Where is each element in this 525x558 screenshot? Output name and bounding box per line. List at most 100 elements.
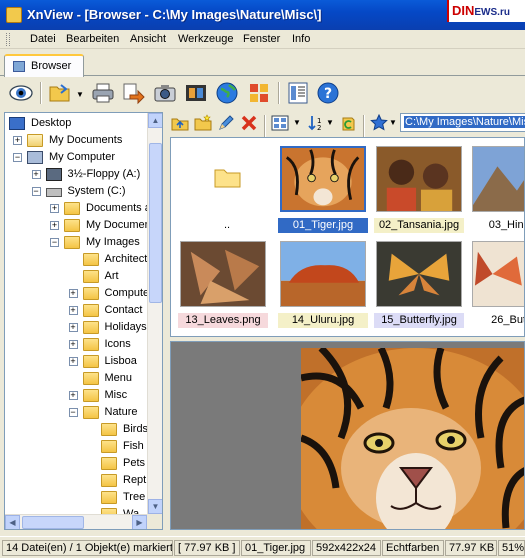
tree-item-label: My Documen xyxy=(86,219,147,231)
tree-item[interactable]: − Nature xyxy=(5,404,147,421)
app-icon[interactable] xyxy=(6,7,22,23)
thumbnail-grid[interactable]: .. 01_Tiger.jpg 02_Tansania.jpg 03_Hinduk 13… xyxy=(170,137,525,337)
expand-icon[interactable]: + xyxy=(31,170,41,179)
scroll-left-icon[interactable]: ◀ xyxy=(5,515,20,529)
expand-icon[interactable]: + xyxy=(68,289,78,298)
thumbnail-item[interactable]: 15_Butterfly.jpg xyxy=(371,238,467,330)
properties-icon[interactable] xyxy=(285,80,311,106)
thumbnail-caption: 26_Butter xyxy=(491,314,524,326)
refresh-icon[interactable] xyxy=(339,113,359,133)
svg-text:?: ? xyxy=(324,86,332,102)
expand-icon[interactable]: + xyxy=(13,136,22,145)
tree-item[interactable]: Pets xyxy=(5,455,147,472)
thumbnail-item[interactable]: 03_Hinduk xyxy=(467,143,524,235)
address-input[interactable]: C:\My Images\Nature\Misc xyxy=(400,113,525,132)
toolbar-separator xyxy=(363,115,365,137)
expand-icon[interactable]: + xyxy=(68,340,78,349)
tree-item[interactable]: + My Documents xyxy=(5,132,147,149)
tree-item[interactable]: + Documents a xyxy=(5,200,147,217)
dinews-logo: DINEWS.ru xyxy=(447,0,525,22)
tree-item[interactable]: − My Computer xyxy=(5,149,147,166)
menu-ansicht[interactable]: Ansicht xyxy=(130,33,166,45)
menubar-grip[interactable] xyxy=(6,33,10,46)
tree-item-label: Art xyxy=(104,270,119,282)
thumbnail-item[interactable]: 13_Leaves.png xyxy=(175,238,271,330)
scroll-right-icon[interactable]: ▶ xyxy=(132,515,147,529)
camera-icon[interactable] xyxy=(152,80,178,106)
tree-item[interactable]: Rept xyxy=(5,472,147,489)
tree-vertical-scrollbar[interactable]: ▲ ▼ xyxy=(147,113,162,514)
open-dropdown-icon[interactable]: ▼ xyxy=(76,90,84,99)
tree-item[interactable]: Wa xyxy=(5,506,147,514)
tab-browser[interactable]: Browser xyxy=(4,54,84,77)
tree-item[interactable]: Fish xyxy=(5,438,147,455)
tree-vscroll-thumb[interactable] xyxy=(149,143,162,303)
thumbnail-item[interactable]: 02_Tansania.jpg xyxy=(371,143,467,235)
view-dropdown-icon[interactable]: ▼ xyxy=(293,118,301,127)
open-folder-icon[interactable] xyxy=(47,80,73,106)
expand-icon[interactable]: + xyxy=(68,357,78,366)
tree-item-label: Misc xyxy=(104,389,128,401)
expand-icon[interactable]: + xyxy=(50,204,59,213)
expand-icon[interactable]: + xyxy=(50,221,59,230)
mosaic-icon[interactable] xyxy=(246,80,272,106)
menu-bearbeiten[interactable]: Bearbeiten xyxy=(66,33,119,45)
tree-item[interactable]: Birds xyxy=(5,421,147,438)
thumbnail-item[interactable]: 14_Uluru.jpg xyxy=(275,238,371,330)
menu-fenster[interactable]: Fenster xyxy=(243,33,280,45)
collapse-icon[interactable]: − xyxy=(68,408,78,417)
tree-item[interactable]: + Lisboa xyxy=(5,353,147,370)
image-preview[interactable] xyxy=(170,341,525,530)
thumbnail-item[interactable]: 01_Tiger.jpg xyxy=(275,143,371,235)
logo-sub: EWS.ru xyxy=(474,7,510,18)
new-folder-icon[interactable] xyxy=(193,113,213,133)
tree-item[interactable]: + My Documen xyxy=(5,217,147,234)
view-icon[interactable] xyxy=(8,80,34,106)
help-icon[interactable]: ? xyxy=(315,80,341,106)
collapse-icon[interactable]: − xyxy=(31,187,41,196)
menu-datei[interactable]: Datei xyxy=(30,33,56,45)
tree-item[interactable]: Desktop xyxy=(5,115,147,132)
sort-icon[interactable]: 12 xyxy=(306,113,326,133)
expand-icon[interactable]: + xyxy=(68,323,78,332)
expand-icon[interactable]: + xyxy=(68,306,78,315)
parent-folder-icon[interactable] xyxy=(170,113,190,133)
tree-item[interactable]: − System (C:) xyxy=(5,183,147,200)
tree-item[interactable]: +3½-Floppy (A:) xyxy=(5,166,147,183)
folder-tree[interactable]: Desktop + My Documents − My Computer +3½-Flop… xyxy=(5,113,147,514)
collapse-icon[interactable]: − xyxy=(13,153,22,162)
tree-item[interactable]: Tree xyxy=(5,489,147,506)
tree-item[interactable]: + Contact xyxy=(5,302,147,319)
tree-item[interactable]: Art xyxy=(5,268,147,285)
thumbnail-item[interactable]: 26_Butter xyxy=(467,238,524,330)
sort-dropdown-icon[interactable]: ▼ xyxy=(326,118,334,127)
tree-item[interactable]: − My Images xyxy=(5,234,147,251)
favorites-icon[interactable] xyxy=(369,113,389,133)
tree-item[interactable]: Architect xyxy=(5,251,147,268)
tree-item[interactable]: Menu xyxy=(5,370,147,387)
thumbnail-item[interactable]: .. xyxy=(179,143,275,235)
folder-icon xyxy=(82,321,99,334)
scroll-down-icon[interactable]: ▼ xyxy=(148,499,162,514)
collapse-icon[interactable]: − xyxy=(50,238,59,247)
scroll-up-icon[interactable]: ▲ xyxy=(148,113,162,128)
globe-icon[interactable] xyxy=(214,80,240,106)
favorites-dropdown-icon[interactable]: ▼ xyxy=(389,118,397,127)
tree-item[interactable]: + Compute xyxy=(5,285,147,302)
tree-item[interactable]: + Holidays xyxy=(5,319,147,336)
status-bar: 14 Datei(en) / 1 Objekt(e) markiert [ 77… xyxy=(0,536,525,558)
delete-icon[interactable] xyxy=(239,113,259,133)
tree-item-label: Fish xyxy=(123,440,144,452)
thumbnail-view-icon[interactable] xyxy=(270,113,290,133)
film-icon[interactable] xyxy=(183,80,209,106)
convert-icon[interactable] xyxy=(120,80,146,106)
tree-item[interactable]: + Icons xyxy=(5,336,147,353)
tree-hscroll-thumb[interactable] xyxy=(22,516,84,529)
menu-info[interactable]: Info xyxy=(292,33,310,45)
print-icon[interactable] xyxy=(90,80,116,106)
tree-horizontal-scrollbar[interactable]: ◀ ▶ xyxy=(5,514,147,529)
menu-werkzeuge[interactable]: Werkzeuge xyxy=(178,33,233,45)
tree-item[interactable]: + Misc xyxy=(5,387,147,404)
rename-icon[interactable] xyxy=(216,113,236,133)
expand-icon[interactable]: + xyxy=(68,391,78,400)
